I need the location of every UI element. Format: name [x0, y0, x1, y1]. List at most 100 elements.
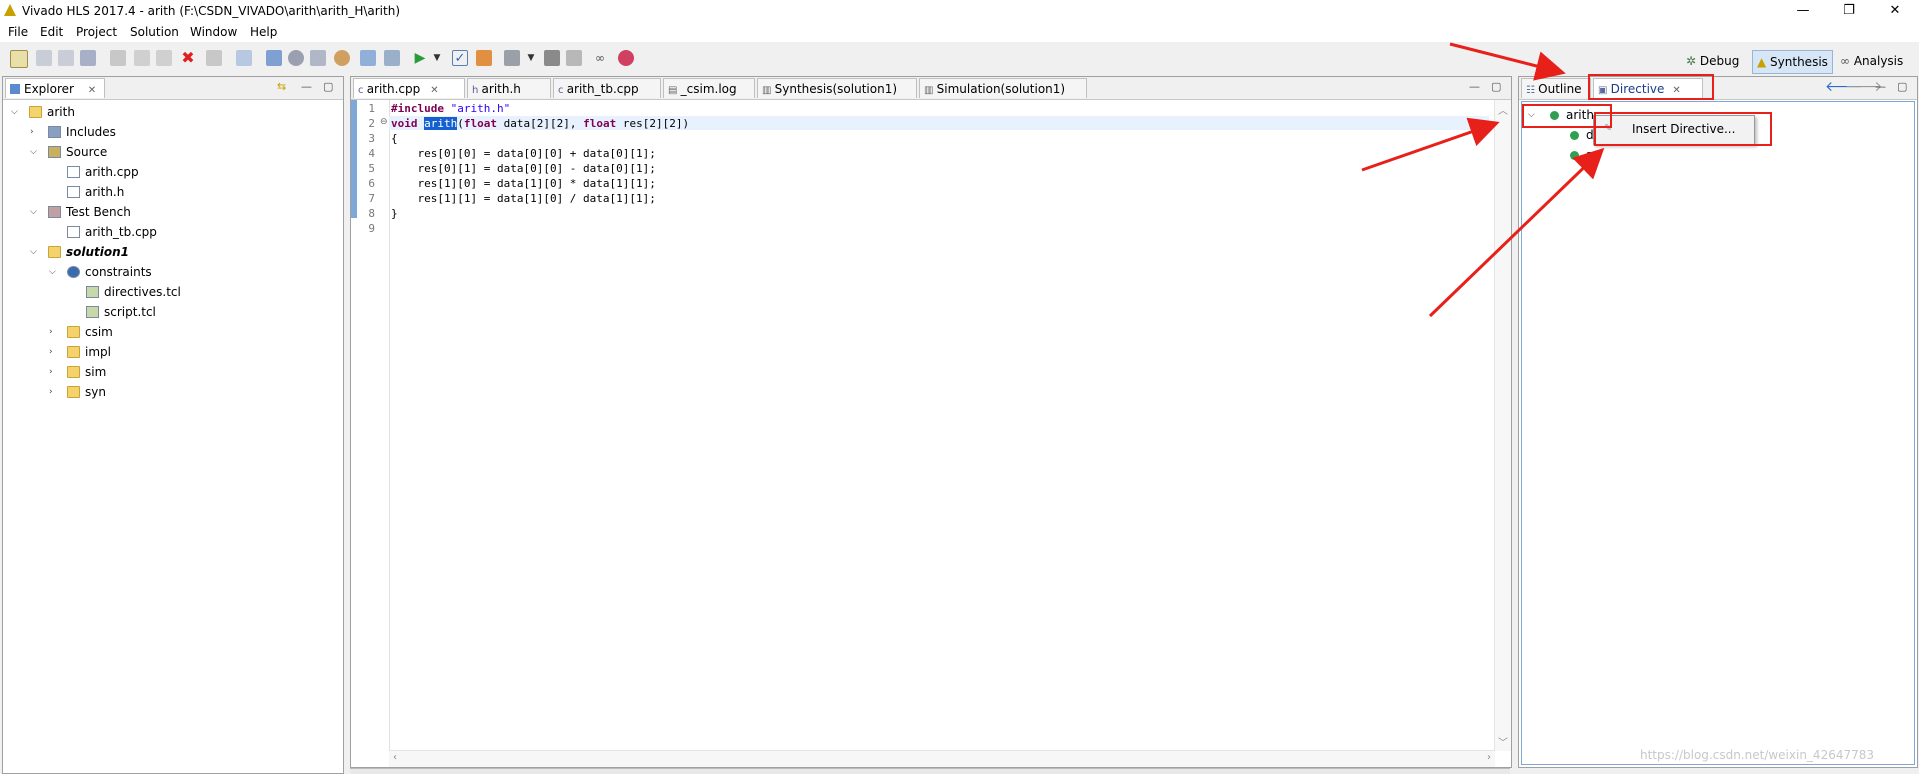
- cosim-check-icon[interactable]: ✓: [452, 50, 468, 66]
- menu-project[interactable]: Project: [76, 25, 117, 39]
- help-bubble-icon[interactable]: [618, 50, 634, 66]
- tab-arith-cpp[interactable]: c arith.cpp ✕: [353, 78, 465, 98]
- minimize-panel-icon[interactable]: —: [1469, 80, 1480, 93]
- variable-icon: [1570, 131, 1579, 140]
- compare-icon[interactable]: [384, 50, 400, 66]
- print-icon[interactable]: [206, 50, 222, 66]
- chevron-down-icon[interactable]: ⌵: [30, 147, 40, 157]
- sync-icon[interactable]: [566, 50, 582, 66]
- close-button[interactable]: ✕: [1872, 0, 1918, 22]
- scroll-up-icon[interactable]: ︿: [1498, 102, 1508, 117]
- minimize-button[interactable]: —: [1780, 0, 1826, 22]
- tab-outline[interactable]: ☷ Outline: [1521, 78, 1591, 98]
- maximize-panel-icon[interactable]: ▢: [1491, 80, 1501, 93]
- menu-window[interactable]: Window: [190, 25, 237, 39]
- rebuild-icon[interactable]: [334, 50, 350, 66]
- outline-icon: ☷: [1526, 85, 1539, 96]
- vertical-scrollbar[interactable]: ︿ ﹀: [1494, 100, 1511, 751]
- tab-explorer[interactable]: Explorer ✕: [5, 78, 105, 98]
- menu-help[interactable]: Help: [250, 25, 277, 39]
- scroll-right-icon[interactable]: ›: [1487, 752, 1491, 763]
- minimize-panel-icon[interactable]: —: [301, 80, 312, 93]
- stop-icon[interactable]: [544, 50, 560, 66]
- scroll-left-icon[interactable]: ‹: [393, 752, 397, 763]
- save-all-icon[interactable]: [80, 50, 96, 66]
- tab-arith-h[interactable]: h arith.h: [467, 78, 551, 98]
- chevron-down-icon[interactable]: ⌵: [30, 207, 40, 217]
- restore-button[interactable]: ❐: [1826, 0, 1872, 22]
- maximize-panel-icon[interactable]: ▢: [323, 80, 333, 93]
- save-icon[interactable]: [36, 50, 52, 66]
- scroll-down-icon[interactable]: ﹀: [1498, 734, 1508, 749]
- tab-csim-log[interactable]: ▤ _csim.log: [663, 78, 755, 98]
- code-line[interactable]: void arith(float data[2][2], float res[2…: [391, 117, 689, 130]
- chevron-down-icon[interactable]: ⌵: [30, 247, 40, 257]
- code-line[interactable]: res[1][0] = data[1][0] * data[1][1];: [391, 177, 655, 190]
- title-bar: Vivado HLS 2017.4 - arith (F:\CSDN_VIVAD…: [0, 0, 1919, 22]
- new-file-icon[interactable]: [10, 50, 28, 68]
- menu-file[interactable]: File: [8, 25, 28, 39]
- folder-icon: [67, 386, 80, 398]
- minimize-panel-icon[interactable]: —: [1875, 80, 1886, 93]
- tab-label: Simulation(solution1): [936, 82, 1066, 96]
- report-icon: ▥: [924, 85, 937, 96]
- code-line[interactable]: {: [391, 132, 398, 145]
- chevron-right-icon[interactable]: ›: [30, 127, 40, 137]
- copy-icon[interactable]: [134, 50, 150, 66]
- code-line[interactable]: #include "arith.h": [391, 102, 510, 115]
- wave-dropdown-icon[interactable]: ▼: [526, 50, 536, 66]
- bottom-panel-edge: [350, 768, 1510, 774]
- perspective-synthesis[interactable]: ▲ Synthesis: [1752, 50, 1833, 74]
- annotation-directive-tab-box: [1588, 74, 1714, 100]
- analysis-glasses-icon[interactable]: ∞: [592, 50, 608, 66]
- chevron-right-icon[interactable]: ›: [49, 367, 59, 377]
- code-line[interactable]: res[1][1] = data[1][0] / data[1][1];: [391, 192, 655, 205]
- run-csim-icon[interactable]: ▶: [412, 50, 428, 66]
- line-number: 1: [368, 102, 375, 115]
- code-line[interactable]: res[0][0] = data[0][0] + data[0][1];: [391, 147, 655, 160]
- chevron-down-icon[interactable]: ⌵: [49, 267, 59, 277]
- close-icon[interactable]: ✕: [88, 85, 96, 96]
- chevron-down-icon[interactable]: ⌵: [11, 107, 21, 117]
- perspective-analysis[interactable]: ∞ Analysis: [1836, 50, 1907, 72]
- paste-icon[interactable]: [156, 50, 172, 66]
- explorer-item-label: directives.tcl: [104, 285, 181, 299]
- chevron-right-icon[interactable]: ›: [49, 387, 59, 397]
- line-number: 5: [368, 162, 375, 175]
- cut-icon[interactable]: [110, 50, 126, 66]
- line-number: 6: [368, 177, 375, 190]
- watermark: https://blog.csdn.net/weixin_42647783: [1640, 748, 1875, 762]
- menu-edit[interactable]: Edit: [40, 25, 63, 39]
- chevron-right-icon[interactable]: ›: [49, 347, 59, 357]
- index-source-icon[interactable]: [310, 50, 326, 66]
- annotation-insert-directive-box: [1594, 112, 1772, 146]
- tab-arith-tb-cpp[interactable]: c arith_tb.cpp: [553, 78, 661, 98]
- close-icon[interactable]: ✕: [430, 85, 438, 96]
- explorer-item-label: Test Bench: [66, 205, 131, 219]
- cpp-file-icon: [67, 226, 80, 238]
- chevron-right-icon[interactable]: ›: [49, 327, 59, 337]
- horizontal-scrollbar[interactable]: ‹ ›: [389, 750, 1495, 767]
- save-as-icon[interactable]: [58, 50, 74, 66]
- export-rtl-icon[interactable]: [476, 50, 492, 66]
- tab-label: Outline: [1538, 82, 1582, 96]
- open-report-icon[interactable]: [360, 50, 376, 66]
- settings-icon[interactable]: [288, 50, 304, 66]
- open-wave-icon[interactable]: [504, 50, 520, 66]
- new-solution-icon[interactable]: [266, 50, 282, 66]
- perspective-debug[interactable]: ✲ Debug: [1682, 50, 1743, 72]
- link-editor-icon[interactable]: ⇆: [277, 80, 286, 93]
- maximize-panel-icon[interactable]: ▢: [1897, 80, 1907, 93]
- line-number: 8: [368, 207, 375, 220]
- layout-icon[interactable]: [236, 50, 252, 66]
- fold-minus-icon[interactable]: ⊖: [380, 117, 388, 127]
- includes-icon: [48, 126, 61, 138]
- run-dropdown-icon[interactable]: ▼: [432, 50, 442, 66]
- code-line[interactable]: }: [391, 207, 398, 220]
- menu-solution[interactable]: Solution: [130, 25, 179, 39]
- code-line[interactable]: res[0][1] = data[0][0] - data[0][1];: [391, 162, 655, 175]
- tab-synthesis-report[interactable]: ▥ Synthesis(solution1): [757, 78, 917, 98]
- explorer-tree: ⌵ arith › Includes ⌵ Source arith.cpp arith.h ⌵ T…: [3, 101, 343, 773]
- tab-simulation-report[interactable]: ▥ Simulation(solution1): [919, 78, 1087, 98]
- delete-icon[interactable]: ✖: [180, 50, 196, 66]
